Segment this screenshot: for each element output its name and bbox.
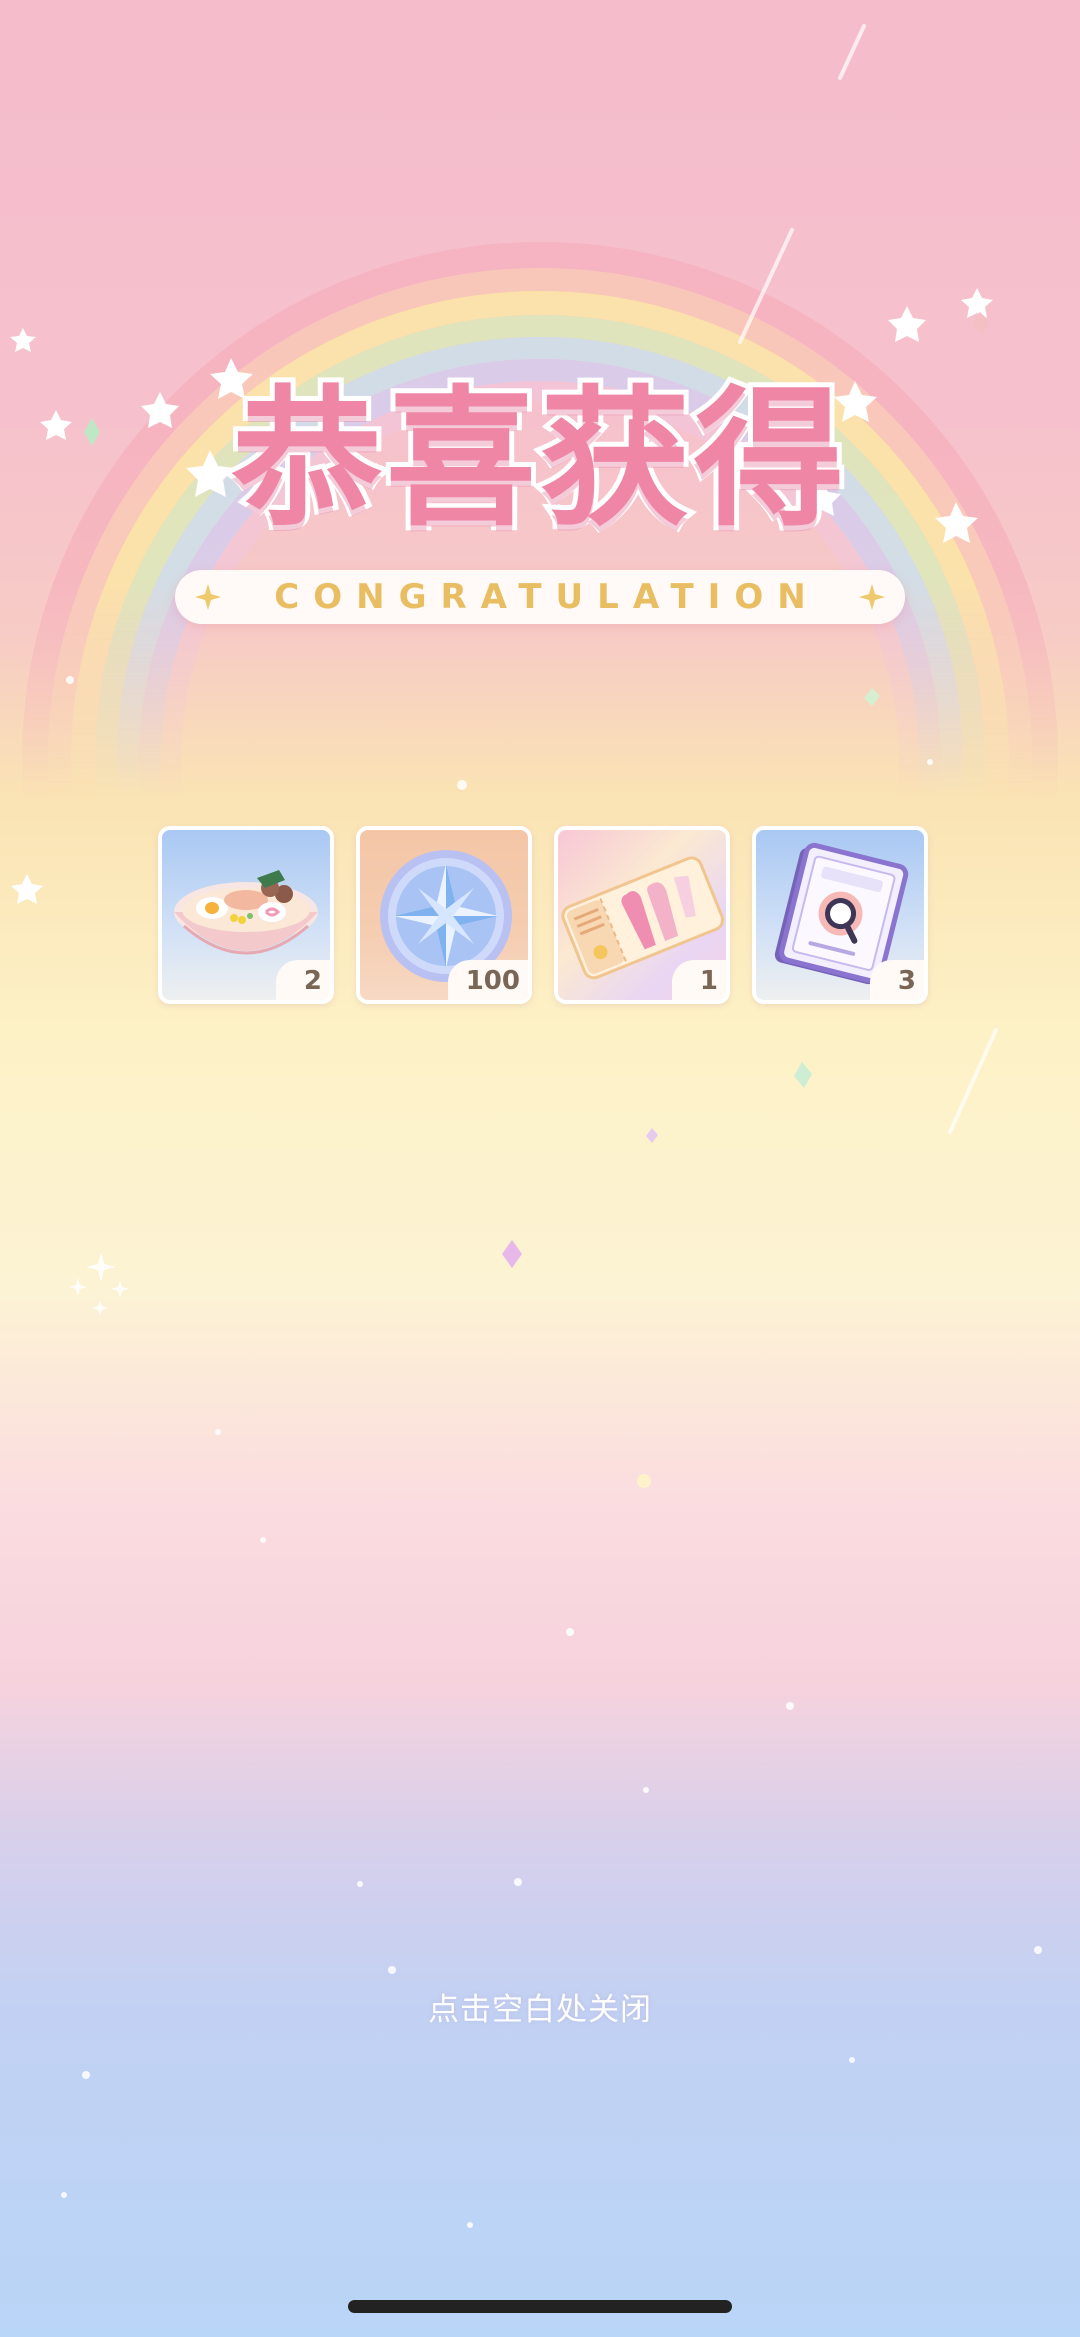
reward-item-magnifier-book[interactable]: 3 — [752, 826, 928, 1004]
reward-item-outfit-ticket[interactable]: 1 — [554, 826, 730, 1004]
reward-item-list: 2 100 1 3 — [158, 826, 930, 1006]
reward-count: 1 — [672, 960, 726, 1000]
reward-popup-overlay: 恭喜获得 CONGRATULATION 2 100 1 3 点击空白处关闭 — [0, 0, 1080, 2337]
reward-item-star-coin[interactable]: 100 — [356, 826, 532, 1004]
congratulation-banner: CONGRATULATION — [175, 570, 905, 624]
reward-count: 3 — [870, 960, 924, 1000]
reward-title: 恭喜获得 — [200, 360, 880, 560]
star-icon — [11, 874, 43, 904]
sparkle-icon — [195, 584, 221, 610]
reward-count: 100 — [447, 960, 528, 1000]
congratulation-text: CONGRATULATION — [274, 577, 820, 617]
close-hint-text: 点击空白处关闭 — [428, 1992, 652, 2028]
reward-count: 2 — [276, 960, 330, 1000]
reward-item-ramen[interactable]: 2 — [158, 826, 334, 1004]
home-indicator[interactable] — [348, 2300, 732, 2313]
reward-title-text: 恭喜获得 — [227, 373, 849, 547]
close-overlay-area[interactable] — [0, 1080, 1080, 2260]
sparkle-icon — [859, 584, 885, 610]
